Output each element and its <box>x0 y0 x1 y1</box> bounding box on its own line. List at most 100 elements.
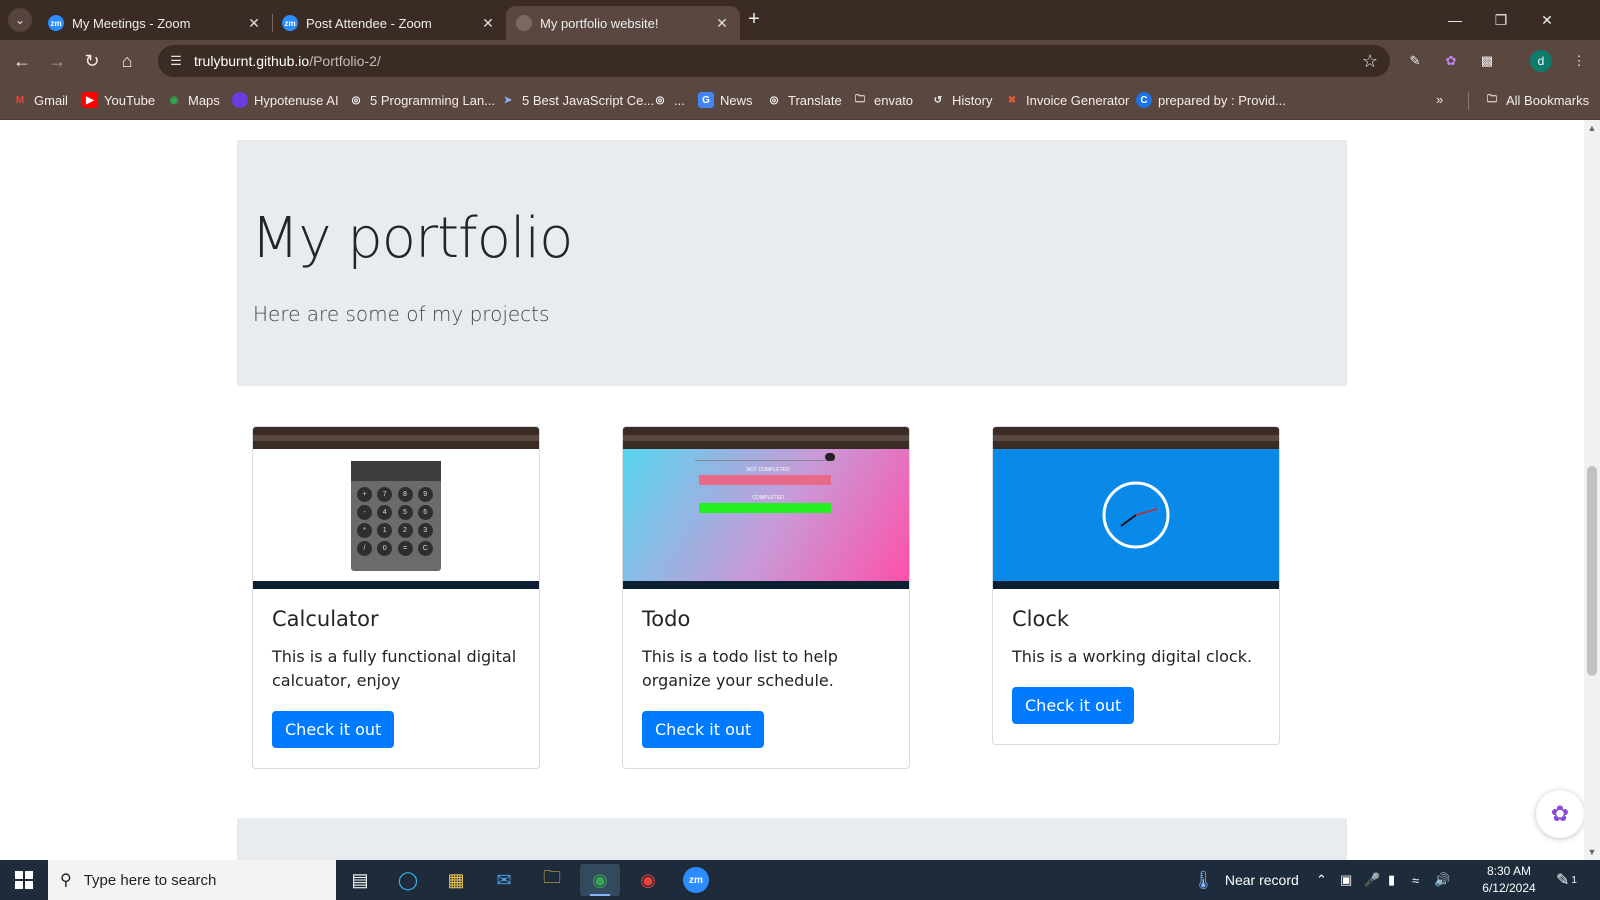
todo-screenshot: NOT COMPLETED COMPLETED <box>623 427 909 589</box>
not-completed-heading: NOT COMPLETED <box>746 467 790 473</box>
scroll-down-icon[interactable]: ▼ <box>1584 844 1600 860</box>
close-tab-icon[interactable]: ✕ <box>246 15 262 32</box>
system-clock[interactable]: 8:30 AM 6/12/2024 <box>1474 863 1544 897</box>
bookmark-label: 5 Programming Lan... <box>370 92 496 108</box>
ai-extension-icon[interactable]: ✿ <box>1440 50 1462 72</box>
back-arrow-icon[interactable]: ← <box>10 49 34 73</box>
url-host: trulyburnt.github.io <box>194 53 310 69</box>
calculator-key: 5 <box>397 505 413 520</box>
browser-toolbar: ← → ↻ ⌂ ☰ trulyburnt.github.io/Portfolio… <box>0 40 1600 82</box>
check-it-out-button[interactable]: Check it out <box>272 711 395 748</box>
bookmark-translate[interactable]: ◎ Translate <box>766 92 842 108</box>
battery-icon[interactable]: ▮ <box>1388 860 1395 900</box>
news-icon: G <box>698 92 714 108</box>
tab-post-attendee[interactable]: zm Post Attendee - Zoom ✕ <box>272 6 506 40</box>
bookmark-unnamed[interactable]: ◎... <box>652 92 685 108</box>
taskbar-search[interactable]: ⚲ Type here to search <box>48 860 336 900</box>
forward-arrow-icon[interactable]: → <box>45 49 69 73</box>
bookmark-label: YouTube <box>104 92 156 108</box>
clock-screenshot <box>993 427 1279 589</box>
card-body: Clock This is a working digital clock. C… <box>993 589 1279 744</box>
card-text: This is a todo list to help organize you… <box>642 647 838 690</box>
close-window-icon[interactable]: ✕ <box>1524 8 1570 32</box>
task-view-icon[interactable]: ▤ <box>340 864 380 896</box>
zoom-app-icon[interactable]: zm <box>676 864 716 896</box>
tab-title: My portfolio website! <box>540 15 659 31</box>
calculator-body: +7 8 9 -4 5 6 * 1 2 3 / 0 = C <box>351 461 441 571</box>
scroll-up-icon[interactable]: ▲ <box>1584 120 1600 136</box>
check-it-out-button[interactable]: Check it out <box>1012 687 1135 724</box>
edge-icon[interactable]: ◯ <box>388 864 428 896</box>
windows-start-icon[interactable] <box>0 860 48 900</box>
bookmark-star-icon[interactable]: ☆ <box>1362 51 1378 72</box>
bookmark-javascript[interactable]: ➤ 5 Best JavaScript Ce... <box>500 92 654 108</box>
bookmark-label: Invoice Generator <box>1026 92 1130 108</box>
wifi-icon[interactable]: ≈ <box>1412 860 1419 900</box>
bookmark-label: Hypotenuse AI <box>254 92 339 108</box>
zoom-logo: zm <box>683 867 709 893</box>
restore-icon[interactable]: ❐ <box>1478 8 1524 32</box>
card-title: Todo <box>642 607 691 631</box>
zoom-icon: zm <box>282 15 298 31</box>
tab-my-meetings[interactable]: zm My Meetings - Zoom ✕ <box>38 6 272 40</box>
file-explorer-icon[interactable]: 🗀 <box>532 864 572 896</box>
scroll-thumb[interactable] <box>1587 466 1597 676</box>
card-body: Todo This is a todo list to help organiz… <box>623 589 909 768</box>
windows-taskbar: ⚲ Type here to search ▤ ◯ ▦ ✉ 🗀 ◉ ◉ zm 🌡… <box>0 860 1600 900</box>
bookmark-envato[interactable]: 🗀 envato <box>852 92 913 108</box>
more-bookmarks-icon[interactable]: » <box>1436 92 1443 107</box>
bookmark-maps[interactable]: ◉ Maps <box>166 92 220 108</box>
store-icon[interactable]: ▦ <box>436 864 476 896</box>
bookmark-gmail[interactable]: M Gmail <box>12 92 68 108</box>
close-tab-icon[interactable]: ✕ <box>714 15 730 32</box>
thumb-taskbar <box>253 581 539 589</box>
bookmark-history[interactable]: ↺ History <box>930 92 993 108</box>
url-text[interactable]: trulyburnt.github.io/Portfolio-2/ <box>194 53 381 69</box>
calculator-keypad: +7 8 9 -4 5 6 * 1 2 3 / 0 = C <box>351 485 441 558</box>
weather-widget[interactable]: 🌡 Near record <box>1192 860 1299 900</box>
pen-extension-icon[interactable]: ✎ <box>1404 50 1426 72</box>
bookmark-label: prepared by : Provid... <box>1158 92 1286 108</box>
tab-search-chevron-icon[interactable]: ⌄ <box>8 8 32 32</box>
bookmark-programming[interactable]: ◎ 5 Programming Lan... <box>348 92 495 108</box>
js-icon: ➤ <box>503 94 513 106</box>
new-tab-button[interactable]: + <box>742 8 766 32</box>
bookmark-news[interactable]: G News <box>698 92 753 108</box>
card-text: This is a fully functional digital calcu… <box>272 647 517 690</box>
close-tab-icon[interactable]: ✕ <box>480 15 496 32</box>
tray-chevron-icon[interactable]: ⌃ <box>1316 860 1327 900</box>
reload-icon[interactable]: ↻ <box>80 49 104 73</box>
tab-title: Post Attendee - Zoom <box>306 15 432 31</box>
bookmark-label: Translate <box>788 92 842 108</box>
mail-icon[interactable]: ✉ <box>484 864 524 896</box>
globe-icon: ◎ <box>351 94 361 106</box>
kebab-menu-icon[interactable]: ⋮ <box>1568 50 1590 72</box>
check-it-out-button[interactable]: Check it out <box>642 711 765 748</box>
notification-count: 1 <box>1571 874 1577 886</box>
ai-assistant-icon[interactable]: ✿ <box>1536 790 1584 838</box>
chrome-icon[interactable]: ◉ <box>580 864 620 896</box>
extensions-puzzle-icon[interactable]: ▩ <box>1476 50 1498 72</box>
bookmark-prepared-by[interactable]: Cprepared by : Provid... <box>1136 92 1286 108</box>
notifications-icon[interactable]: ✎ 1 <box>1556 860 1577 900</box>
address-bar[interactable]: ☰ trulyburnt.github.io/Portfolio-2/ ☆ <box>158 45 1390 77</box>
minimize-icon[interactable]: — <box>1432 8 1478 32</box>
chrome-profile-icon[interactable]: ◉ <box>628 864 668 896</box>
calculator-key: = <box>397 541 413 556</box>
volume-icon[interactable]: 🔊 <box>1434 860 1450 900</box>
tab-portfolio[interactable]: My portfolio website! ✕ <box>506 6 740 40</box>
all-bookmarks[interactable]: 🗀 All Bookmarks <box>1484 92 1589 108</box>
profile-avatar[interactable]: d <box>1530 50 1552 72</box>
meet-now-icon[interactable]: ▣ <box>1340 860 1352 900</box>
page-scrollbar[interactable]: ▲ ▼ <box>1584 120 1600 860</box>
microphone-icon[interactable]: 🎤 <box>1364 860 1380 900</box>
calculator-key: * <box>357 523 372 538</box>
bookmark-youtube[interactable]: ▶ YouTube <box>82 92 155 108</box>
calculator-key: C <box>417 541 433 556</box>
site-settings-icon[interactable]: ☰ <box>168 53 184 69</box>
home-icon[interactable]: ⌂ <box>115 49 139 73</box>
bookmark-invoice[interactable]: ✖ Invoice Generator <box>1004 92 1130 108</box>
bookmark-hypotenuse[interactable]: Hypotenuse AI <box>232 92 339 108</box>
globe-icon: ◎ <box>655 94 665 106</box>
completed-heading: COMPLETED <box>752 495 784 501</box>
